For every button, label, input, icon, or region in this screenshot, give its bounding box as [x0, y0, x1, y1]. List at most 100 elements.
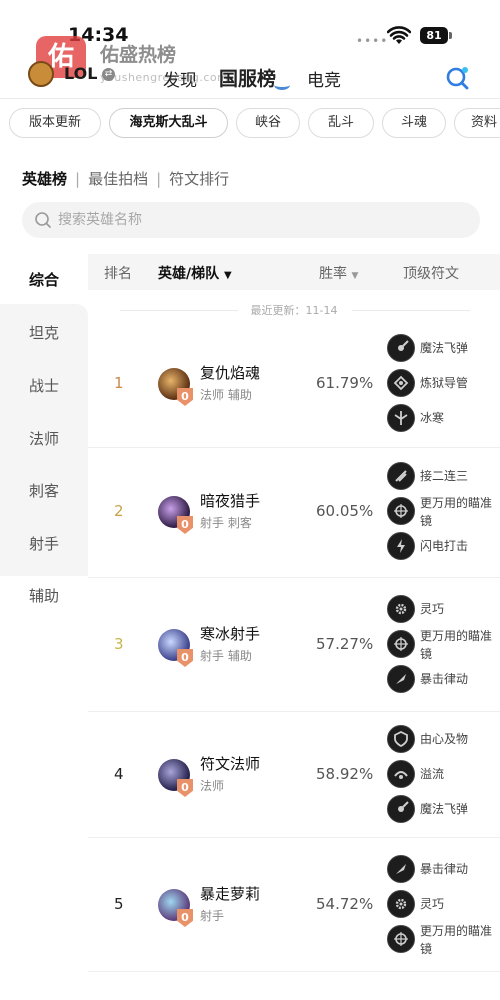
- lightning-icon: [387, 532, 415, 560]
- battery-cap: [449, 32, 452, 39]
- gear-icon: [387, 595, 415, 623]
- mode-chip-arena[interactable]: 斗魂: [382, 108, 446, 138]
- hero-row[interactable]: 1 0 复仇焰魂 法师 辅助 61.79% 魔法飞弹 炼狱导管 冰寒: [88, 320, 500, 448]
- sidebar-item-all[interactable]: 综合: [0, 269, 88, 290]
- mode-chip-info[interactable]: 资料: [454, 108, 500, 138]
- hero-rank: 4: [114, 765, 124, 783]
- sort-caret-icon: ▼: [224, 270, 232, 281]
- hero-name: 暗夜猎手: [200, 492, 261, 510]
- game-switch-icon[interactable]: ⇄: [102, 68, 115, 81]
- header-top-runes: 顶级符文: [403, 266, 459, 282]
- hero-name: 复仇焰魂: [200, 364, 261, 382]
- hero-search-box[interactable]: [22, 202, 480, 238]
- header-hero-label: 英雄/梯队: [158, 266, 220, 282]
- sidebar-item-support[interactable]: 辅助: [0, 585, 88, 606]
- hero-winrate: 61.79%: [316, 374, 374, 392]
- header-rank: 排名: [104, 266, 132, 282]
- header-divider: [0, 98, 500, 99]
- mode-chip-version-update[interactable]: 版本更新: [9, 108, 101, 138]
- rune-name: 魔法飞弹: [420, 341, 469, 355]
- lol-game-icon[interactable]: [28, 61, 54, 87]
- crit-icon: [387, 855, 415, 883]
- hero-row[interactable]: 4 0 符文法师 法师 58.92% 由心及物 溢流 魔法飞弹: [88, 712, 500, 838]
- glacial-icon: [387, 404, 415, 432]
- tier-badge: 0: [177, 516, 193, 534]
- shield-icon: [387, 725, 415, 753]
- hero-roles: 法师: [200, 779, 225, 793]
- tab-esports[interactable]: 电竞: [307, 66, 341, 91]
- header-winrate-sort[interactable]: 胜率 ▼: [319, 263, 358, 283]
- arcane-comet-icon: [387, 795, 415, 823]
- tab-server-ranking[interactable]: 国服榜: [219, 64, 276, 91]
- tier-badge: 0: [177, 779, 193, 797]
- sidebar-item-assassin[interactable]: 刺客: [0, 480, 88, 501]
- active-tab-indicator: [274, 80, 290, 90]
- mode-chip-rift[interactable]: 峡谷: [236, 108, 300, 138]
- hero-rank: 1: [114, 374, 124, 392]
- rune-name: 灵巧: [420, 602, 445, 616]
- subtab-best-duo[interactable]: 最佳拍档: [88, 170, 148, 188]
- rune-name: 冰寒: [420, 411, 445, 425]
- wifi-icon: [387, 26, 411, 44]
- rune-name: 更万用的瞄准镜: [420, 496, 493, 528]
- hero-winrate: 60.05%: [316, 502, 374, 520]
- divider: [352, 310, 470, 311]
- inferno-conduit-icon: [387, 369, 415, 397]
- mode-chip-aram[interactable]: 乱斗: [308, 108, 374, 138]
- search-icon: [35, 212, 51, 228]
- header-hero-sort[interactable]: 英雄/梯队 ▼: [158, 263, 232, 283]
- hero-row[interactable]: 3 0 寒冰射手射手 辅助 57.27% 灵巧更万用的瞄准镜暴击律动: [88, 578, 500, 712]
- hero-name: 寒冰射手: [200, 625, 261, 643]
- hero-rank: 3: [114, 635, 124, 653]
- subtab-hero-ranking[interactable]: 英雄榜: [22, 170, 67, 188]
- crit-icon: [387, 665, 415, 693]
- sidebar-item-marksman[interactable]: 射手: [0, 533, 88, 554]
- search-icon[interactable]: [444, 64, 472, 92]
- hero-rank: 5: [114, 895, 124, 913]
- table-header: 排名 英雄/梯队 ▼ 胜率 ▼ 顶级符文: [88, 254, 500, 290]
- gear-icon: [387, 890, 415, 918]
- tier-badge: 0: [177, 649, 193, 667]
- scope-icon: [387, 925, 415, 953]
- arcane-comet-icon: [387, 334, 415, 362]
- rune-name: 闪电打击: [420, 539, 469, 553]
- rune-name: 灵巧: [420, 897, 445, 911]
- hero-winrate: 57.27%: [316, 635, 374, 653]
- sidebar-item-fighter[interactable]: 战士: [0, 375, 88, 396]
- cellular-signal-icon: ••••: [356, 34, 389, 48]
- header-winrate-label: 胜率: [319, 266, 347, 282]
- hero-row[interactable]: 2 0 暗夜猎手 射手 刺客 60.05% 接二连三 更万用的瞄准镜 闪电打击: [88, 446, 500, 578]
- sidebar-item-tank[interactable]: 坦克: [0, 322, 88, 343]
- subtab-separator: |: [156, 170, 162, 188]
- rune-name: 溢流: [420, 767, 445, 781]
- rune-name: 由心及物: [420, 732, 469, 746]
- hero-rank: 2: [114, 502, 124, 520]
- subtab-separator: |: [75, 170, 81, 188]
- scope-icon: [387, 630, 415, 658]
- hero-roles: 射手: [200, 909, 225, 923]
- rune-name: 暴击律动: [420, 672, 469, 686]
- hero-row[interactable]: 5 0 暴走萝莉 射手 54.72% 暴击律动 灵巧 更万用的瞄准镜: [88, 838, 500, 972]
- game-label[interactable]: LOL: [64, 64, 97, 83]
- hero-name: 暴走萝莉: [200, 885, 261, 903]
- rune-name: 炼狱导管: [420, 376, 469, 390]
- rune-name: 更万用的瞄准镜: [420, 629, 493, 661]
- hero-roles: 射手 刺客: [200, 516, 252, 530]
- category-sidebar: 综合 坦克 战士 法师 刺客 射手 辅助: [0, 254, 88, 1000]
- hero-roles: 射手 辅助: [200, 649, 252, 663]
- subtab-bar: 英雄榜 | 最佳拍档 | 符文排行: [22, 168, 229, 189]
- hero-roles: 法师 辅助: [200, 388, 252, 402]
- rune-name: 更万用的瞄准镜: [420, 924, 493, 956]
- sort-caret-icon: ▼: [351, 271, 359, 281]
- sidebar-item-mage[interactable]: 法师: [0, 428, 88, 449]
- one-two-icon: [387, 462, 415, 490]
- watermark-title: 佑盛热榜: [100, 44, 177, 66]
- hero-name: 符文法师: [200, 755, 261, 773]
- subtab-rune-ranking[interactable]: 符文排行: [169, 170, 229, 188]
- mode-chip-hextech-aram[interactable]: 海克斯大乱斗: [109, 108, 228, 138]
- hero-winrate: 54.72%: [316, 895, 374, 913]
- tab-discover[interactable]: 发现: [163, 66, 197, 91]
- hero-search-input[interactable]: [58, 202, 458, 238]
- hero-winrate: 58.92%: [316, 765, 374, 783]
- scope-icon: [387, 497, 415, 525]
